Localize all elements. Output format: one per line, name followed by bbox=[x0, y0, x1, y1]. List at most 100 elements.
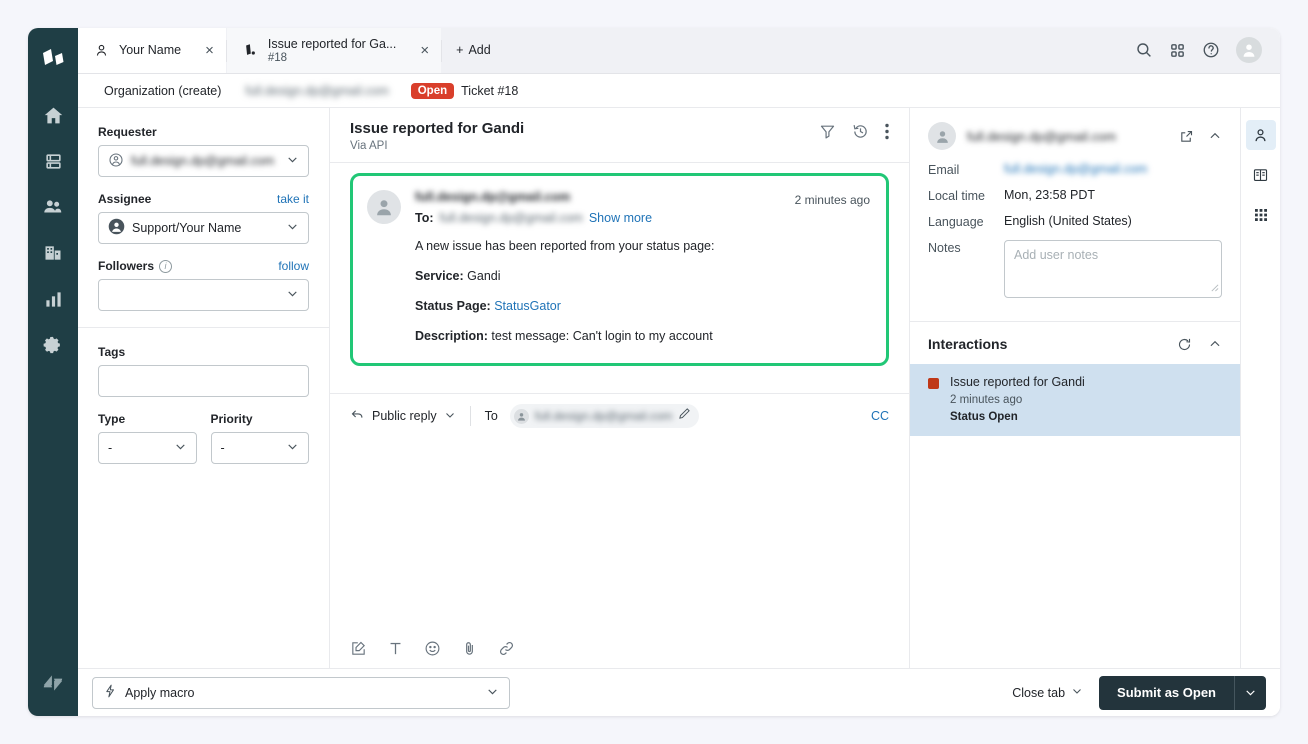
help-icon[interactable] bbox=[1202, 41, 1220, 59]
context-panel: full.design.dp@gmail.com Email bbox=[910, 108, 1240, 668]
emoji-icon[interactable] bbox=[424, 640, 441, 657]
interaction-time: 2 minutes ago bbox=[950, 394, 1085, 406]
avatar bbox=[367, 190, 401, 224]
chevron-up-icon[interactable] bbox=[1208, 129, 1222, 143]
field-header: Followers i follow bbox=[98, 258, 309, 274]
status-page-link[interactable]: StatusGator bbox=[494, 299, 561, 313]
chevron-down-icon bbox=[286, 287, 299, 303]
followers-select[interactable] bbox=[98, 279, 309, 311]
context-value-language: English (United States) bbox=[1004, 214, 1132, 228]
add-tab-button[interactable]: + Add bbox=[442, 28, 505, 73]
assignee-select[interactable]: Support/Your Name bbox=[98, 212, 309, 244]
close-icon[interactable]: × bbox=[205, 43, 214, 58]
comment-service: Service: Gandi bbox=[415, 268, 781, 285]
interactions-actions bbox=[1177, 337, 1222, 352]
close-tab-button[interactable]: Close tab bbox=[1012, 685, 1083, 700]
conversation-title-group: Issue reported for Gandi Via API bbox=[350, 120, 524, 152]
sidebar-item-views[interactable] bbox=[28, 138, 78, 184]
more-options-icon[interactable] bbox=[885, 123, 889, 140]
comment-recipients: To: full.design.dp@gmail.com Show more bbox=[415, 211, 781, 225]
service-value: Gandi bbox=[467, 269, 500, 283]
context-key: Language bbox=[928, 214, 1004, 229]
interaction-detail: Issue reported for Gandi 2 minutes ago S… bbox=[950, 375, 1085, 423]
chevron-down-icon bbox=[486, 685, 499, 701]
close-tab-label: Close tab bbox=[1012, 686, 1065, 700]
cc-link[interactable]: CC bbox=[871, 409, 889, 423]
zendesk-logo[interactable] bbox=[28, 38, 78, 78]
header-actions bbox=[1117, 28, 1280, 73]
recipient-email: full.design.dp@gmail.com bbox=[535, 409, 673, 423]
user-panel-icon[interactable] bbox=[1246, 120, 1276, 150]
context-value-local-time: Mon, 23:58 PDT bbox=[1004, 188, 1095, 202]
reply-textarea[interactable] bbox=[330, 438, 909, 628]
submit-button[interactable]: Submit as Open bbox=[1099, 676, 1234, 710]
user-circle-icon bbox=[108, 152, 124, 171]
breadcrumb: Organization (create) full.design.dp@gma… bbox=[78, 74, 1280, 108]
tab-title: Issue reported for Ga... bbox=[268, 37, 397, 51]
type-priority-row: Type - Priority bbox=[98, 411, 309, 464]
edit-pencil-icon[interactable] bbox=[678, 407, 691, 425]
attachment-icon[interactable] bbox=[461, 640, 478, 657]
field-header: Assignee take it bbox=[98, 191, 309, 207]
composer-toolbar bbox=[330, 628, 909, 668]
description-label: Description: bbox=[415, 329, 488, 343]
composer-divider bbox=[470, 406, 471, 426]
agent-avatar-icon bbox=[108, 218, 125, 238]
zendesk-z-logo[interactable] bbox=[28, 660, 78, 706]
apply-macro-select[interactable]: Apply macro bbox=[92, 677, 510, 709]
search-icon[interactable] bbox=[1135, 41, 1153, 59]
tags-input[interactable] bbox=[98, 365, 309, 397]
text-format-icon[interactable] bbox=[387, 640, 404, 657]
sidebar-item-home[interactable] bbox=[28, 92, 78, 138]
notes-label: Notes bbox=[928, 240, 1004, 255]
link-icon[interactable] bbox=[498, 640, 515, 657]
assignee-value: Support/Your Name bbox=[132, 221, 241, 235]
field-label: Priority bbox=[211, 412, 253, 426]
sidebar-item-organizations[interactable] bbox=[28, 230, 78, 276]
user-notes-textarea[interactable]: Add user notes bbox=[1004, 240, 1222, 298]
context-row: Email full.design.dp@gmail.com bbox=[928, 162, 1222, 177]
breadcrumb-organization[interactable]: Organization (create) bbox=[92, 80, 233, 102]
external-link-icon[interactable] bbox=[1179, 129, 1194, 144]
show-more-link[interactable]: Show more bbox=[589, 211, 652, 225]
context-user-card: full.design.dp@gmail.com Email bbox=[910, 108, 1240, 322]
comment-highlighted[interactable]: full.design.dp@gmail.com To: full.design… bbox=[350, 173, 889, 366]
conversation-actions bbox=[819, 120, 889, 140]
composer-to-label: To bbox=[485, 409, 498, 423]
description-value: test message: Can't login to my account bbox=[491, 329, 712, 343]
sidebar-item-reporting[interactable] bbox=[28, 276, 78, 322]
type-select[interactable]: - bbox=[98, 432, 197, 464]
tab-your-name[interactable]: Your Name × bbox=[78, 28, 226, 73]
user-avatar[interactable] bbox=[1236, 37, 1262, 63]
knowledge-book-icon[interactable] bbox=[1246, 160, 1276, 190]
submit-options-button[interactable] bbox=[1234, 676, 1266, 710]
chevron-up-icon[interactable] bbox=[1208, 337, 1222, 351]
rich-text-icon[interactable] bbox=[350, 640, 367, 657]
field-requester: Requester full.design.dp@gmail.com bbox=[98, 124, 309, 177]
history-icon[interactable] bbox=[852, 123, 869, 140]
follow-link[interactable]: follow bbox=[278, 259, 309, 273]
channel-selector[interactable]: Public reply bbox=[350, 407, 456, 425]
conversation-list: full.design.dp@gmail.com To: full.design… bbox=[330, 163, 909, 393]
recipient-chip[interactable]: full.design.dp@gmail.com bbox=[510, 404, 700, 428]
breadcrumb-requester[interactable]: full.design.dp@gmail.com bbox=[233, 80, 400, 102]
priority-select[interactable]: - bbox=[211, 432, 310, 464]
list-item[interactable]: Issue reported for Gandi 2 minutes ago S… bbox=[910, 364, 1240, 436]
requester-select[interactable]: full.design.dp@gmail.com bbox=[98, 145, 309, 177]
breadcrumb-ticket[interactable]: Open Ticket #18 bbox=[401, 79, 529, 103]
take-it-link[interactable]: take it bbox=[277, 192, 309, 206]
avatar bbox=[514, 409, 529, 424]
close-icon[interactable]: × bbox=[420, 43, 429, 58]
home-icon bbox=[43, 105, 64, 126]
refresh-icon[interactable] bbox=[1177, 337, 1192, 352]
resize-grip-icon[interactable] bbox=[1210, 281, 1219, 295]
sidebar-item-admin[interactable] bbox=[28, 322, 78, 368]
filter-icon[interactable] bbox=[819, 123, 836, 140]
apps-grid-icon[interactable] bbox=[1169, 42, 1186, 59]
info-icon[interactable]: i bbox=[159, 260, 172, 273]
sidebar-item-customers[interactable] bbox=[28, 184, 78, 230]
tab-ticket-18[interactable]: Issue reported for Ga... #18 × bbox=[227, 28, 441, 73]
chevron-down-icon bbox=[444, 409, 456, 424]
context-value-email[interactable]: full.design.dp@gmail.com bbox=[1004, 162, 1147, 176]
apps-grid-icon[interactable] bbox=[1246, 200, 1276, 230]
